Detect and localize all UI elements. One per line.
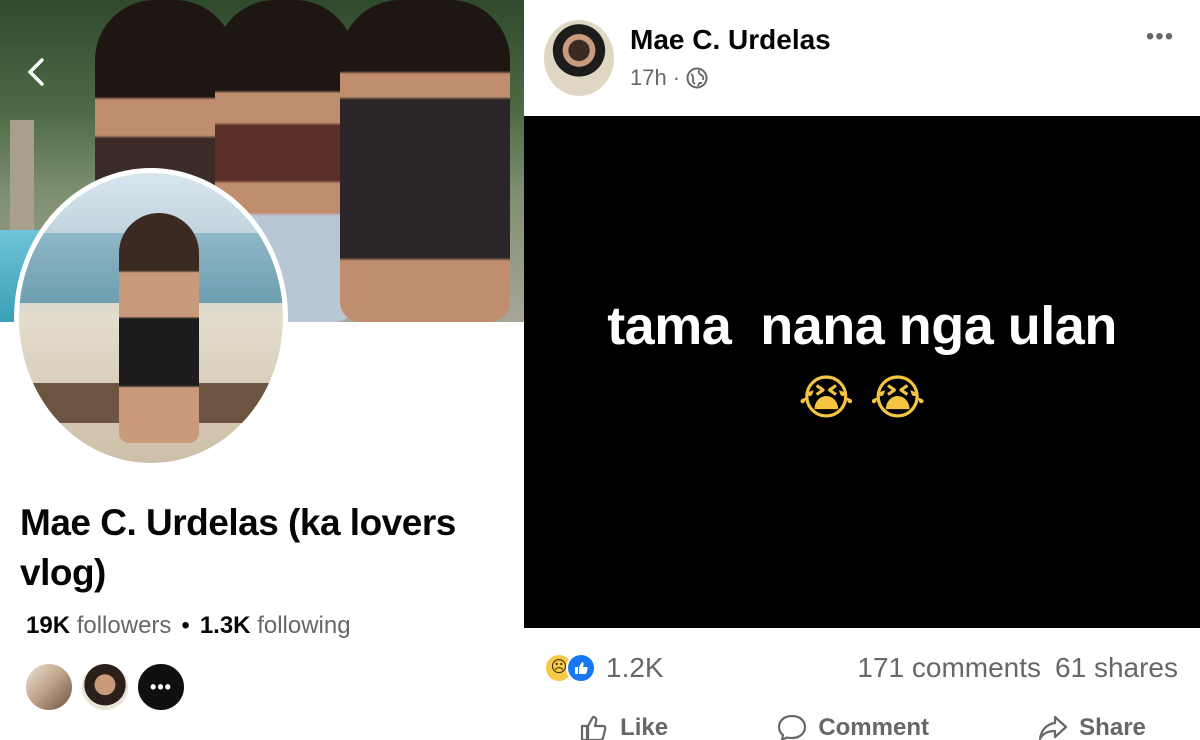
mutual-friend-avatar[interactable] <box>80 662 130 712</box>
avatar-figure <box>119 213 199 443</box>
globe-icon <box>686 67 708 89</box>
like-reaction-icon <box>566 653 596 683</box>
profile-avatar[interactable] <box>14 168 288 468</box>
engagement-counts: 171 comments 61 shares <box>857 648 1178 688</box>
comments-count[interactable]: 171 comments <box>857 652 1041 683</box>
followers-label: followers <box>76 612 172 639</box>
share-label: Share <box>1079 714 1146 740</box>
post-meta: 17h · <box>630 64 708 92</box>
cover-person-3 <box>340 0 510 322</box>
following-link[interactable]: 1.3K following <box>200 612 351 639</box>
following-label: following <box>257 612 351 639</box>
more-friends-button[interactable]: ••• <box>136 662 186 712</box>
more-options-button[interactable]: ••• <box>1140 22 1180 52</box>
back-button[interactable] <box>22 52 52 92</box>
mutual-friend-avatar[interactable] <box>24 662 74 712</box>
thumbs-up-icon <box>575 662 588 674</box>
chevron-left-icon <box>28 58 44 86</box>
followers-link[interactable]: 19K followers <box>26 612 171 639</box>
more-options-icon: ••• <box>1145 23 1175 50</box>
shares-count[interactable]: 61 shares <box>1055 652 1178 683</box>
comment-button[interactable]: Comment <box>776 708 929 740</box>
share-button[interactable]: Share <box>1037 708 1146 740</box>
post-time[interactable]: 17h <box>630 64 667 92</box>
mutual-friends: ••• <box>24 662 186 716</box>
comment-icon <box>778 714 807 740</box>
post-actions: Like Comment Share <box>524 708 1200 740</box>
thumbs-up-icon <box>580 715 607 740</box>
comment-label: Comment <box>818 714 929 740</box>
crying-emoji: 😭 😭 <box>798 370 926 426</box>
post-author-avatar[interactable] <box>544 20 614 96</box>
meta-separator: · <box>672 65 681 90</box>
stats-separator: • <box>181 612 190 639</box>
profile-name: Mae C. Urdelas (ka lovers vlog) <box>20 502 456 593</box>
follow-stats: 19K followers • 1.3K following <box>26 610 351 642</box>
post-content[interactable]: tama nana nga ulan 😭 😭 <box>524 116 1200 628</box>
post-panel: Mae C. Urdelas 17h · ••• tama nana nga u… <box>524 0 1200 740</box>
following-count: 1.3K <box>199 612 251 639</box>
reactions-count: 1.2K <box>606 652 664 683</box>
cover-post <box>10 120 34 240</box>
reactions-summary[interactable]: ☹ 1.2K <box>544 648 664 688</box>
share-icon <box>1039 715 1068 740</box>
reaction-icons: ☹ <box>544 653 596 683</box>
post-author-name[interactable]: Mae C. Urdelas <box>630 20 831 60</box>
followers-count: 19K <box>26 612 71 639</box>
like-button[interactable]: Like <box>578 708 668 740</box>
like-label: Like <box>620 714 669 740</box>
more-friends-icon: ••• <box>150 676 172 697</box>
profile-panel: Mae C. Urdelas (ka lovers vlog) 19K foll… <box>0 0 524 740</box>
post-text: tama nana nga ulan <box>607 296 1117 356</box>
